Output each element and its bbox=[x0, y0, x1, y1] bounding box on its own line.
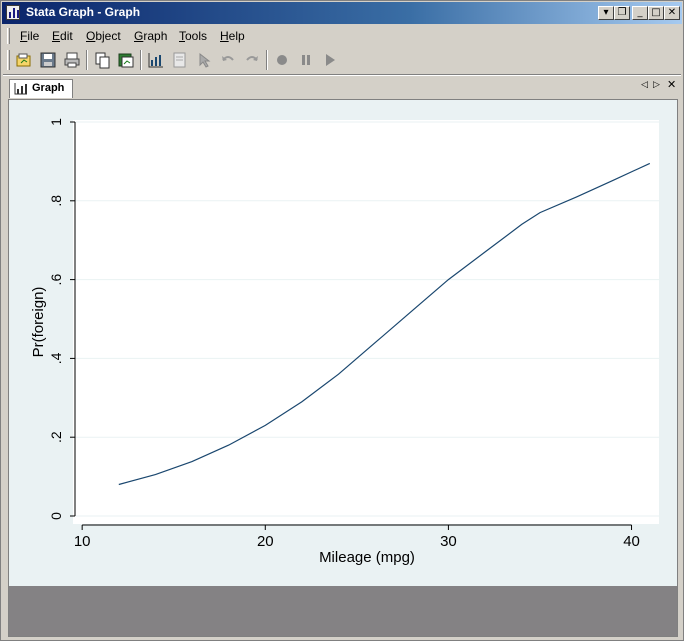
graph-footer-band bbox=[9, 586, 677, 636]
open-graph-icon bbox=[16, 53, 31, 67]
tab-scroll-left-icon[interactable]: ◁ bbox=[641, 80, 648, 90]
menu-bar: File Edit Object Graph Tools Help bbox=[5, 27, 681, 45]
x-axis-title: Mileage (mpg) bbox=[319, 549, 415, 566]
graph-tab-bar: Graph ◁ ▷ ✕ bbox=[7, 77, 679, 99]
chart-svg: 0 .2 .4 .6 .8 1 10 20 30 40 Mileage (mpg) Pr(foreig… bbox=[30, 118, 659, 566]
open-graph-button[interactable] bbox=[15, 51, 33, 69]
menu-edit-accel: E bbox=[52, 29, 61, 43]
redo-button[interactable] bbox=[243, 51, 261, 69]
window-menu-button[interactable]: ▾ bbox=[598, 6, 614, 20]
menu-tools[interactable]: Tools bbox=[179, 29, 207, 43]
graph-editor-button[interactable] bbox=[147, 51, 165, 69]
y-tick-label: .8 bbox=[48, 195, 64, 207]
properties-button[interactable] bbox=[171, 51, 189, 69]
tab-graph-label: Graph bbox=[32, 82, 65, 94]
menu-object-accel: O bbox=[86, 29, 96, 43]
menu-file[interactable]: File bbox=[20, 29, 39, 43]
toolbar-separator bbox=[266, 50, 268, 70]
print-icon bbox=[64, 52, 80, 68]
tab-close-icon[interactable]: ✕ bbox=[667, 78, 676, 91]
menu-edit[interactable]: Edit bbox=[52, 29, 73, 43]
x-tick-label: 30 bbox=[440, 533, 457, 550]
x-tick-label: 10 bbox=[74, 533, 91, 550]
graph-canvas[interactable]: 0 .2 .4 .6 .8 1 10 20 30 40 Mileage (mpg) Pr(foreig… bbox=[8, 99, 678, 637]
graph-editor-icon bbox=[148, 53, 163, 68]
print-button[interactable] bbox=[63, 51, 81, 69]
y-tick-label: .2 bbox=[48, 431, 64, 443]
play-icon bbox=[326, 54, 335, 66]
y-tick-label: .4 bbox=[48, 352, 64, 364]
maximize-button[interactable]: □ bbox=[648, 6, 664, 20]
restore-icon: ❐ bbox=[617, 7, 627, 18]
tab-graph[interactable]: Graph bbox=[9, 79, 73, 98]
record-button[interactable] bbox=[273, 51, 291, 69]
x-tick-label: 40 bbox=[623, 533, 640, 550]
toolbar-divider bbox=[3, 74, 681, 76]
undo-button[interactable] bbox=[219, 51, 237, 69]
menu-graph-rest: raph bbox=[143, 29, 168, 43]
y-tick-label: 1 bbox=[48, 118, 64, 126]
copy-button[interactable] bbox=[93, 51, 111, 69]
save-button[interactable] bbox=[39, 51, 57, 69]
plot-region bbox=[73, 120, 659, 524]
pause-button[interactable] bbox=[297, 51, 315, 69]
x-tick-label: 20 bbox=[257, 533, 274, 550]
minimize-button[interactable]: _ bbox=[632, 6, 648, 20]
rename-button[interactable] bbox=[117, 51, 135, 69]
menu-edit-rest: dit bbox=[60, 29, 73, 43]
restore-button[interactable]: ❐ bbox=[614, 6, 630, 20]
dropdown-icon: ▾ bbox=[603, 7, 609, 18]
toolbar-separator bbox=[86, 50, 88, 70]
pause-icon bbox=[302, 55, 310, 65]
y-tick-label: 0 bbox=[48, 512, 64, 520]
properties-icon bbox=[173, 52, 186, 68]
pointer-button[interactable] bbox=[195, 51, 213, 69]
record-icon bbox=[277, 55, 287, 65]
redo-icon bbox=[246, 56, 258, 61]
save-icon bbox=[40, 52, 56, 68]
toolbar-grip[interactable] bbox=[7, 50, 10, 70]
stata-graph-window: Stata Graph - Graph ▾ ❐ _ □ ✕ File Edit … bbox=[0, 0, 684, 641]
toolbar bbox=[5, 47, 345, 73]
menu-object[interactable]: Object bbox=[86, 29, 121, 43]
menu-help[interactable]: Help bbox=[220, 29, 245, 43]
close-icon: ✕ bbox=[667, 7, 677, 18]
pointer-icon bbox=[199, 52, 211, 68]
toolbar-separator bbox=[140, 50, 142, 70]
undo-icon bbox=[222, 56, 234, 61]
y-axis-title: Pr(foreign) bbox=[30, 287, 47, 358]
menu-graph[interactable]: Graph bbox=[134, 29, 167, 43]
menu-help-rest: elp bbox=[228, 29, 245, 43]
maximize-icon: □ bbox=[651, 7, 661, 18]
play-button[interactable] bbox=[321, 51, 339, 69]
y-tick-label: .6 bbox=[48, 274, 64, 286]
window-title: Stata Graph - Graph bbox=[26, 5, 141, 19]
close-button[interactable]: ✕ bbox=[664, 6, 680, 20]
title-bar[interactable]: Stata Graph - Graph ▾ ❐ _ □ ✕ bbox=[2, 2, 682, 24]
copy-icon bbox=[95, 52, 110, 69]
menu-help-accel: H bbox=[220, 29, 229, 43]
menu-graph-accel: G bbox=[134, 29, 144, 43]
menubar-grip[interactable] bbox=[7, 28, 10, 44]
menu-object-rest: bject bbox=[95, 29, 121, 43]
menu-tools-rest: ools bbox=[185, 29, 208, 43]
rename-icon bbox=[118, 53, 134, 68]
stata-app-icon[interactable] bbox=[6, 5, 20, 20]
tab-scroll-right-icon[interactable]: ▷ bbox=[653, 80, 660, 90]
graph-tab-icon bbox=[14, 83, 27, 95]
menu-file-rest: ile bbox=[27, 29, 40, 43]
minimize-icon: _ bbox=[637, 7, 643, 18]
